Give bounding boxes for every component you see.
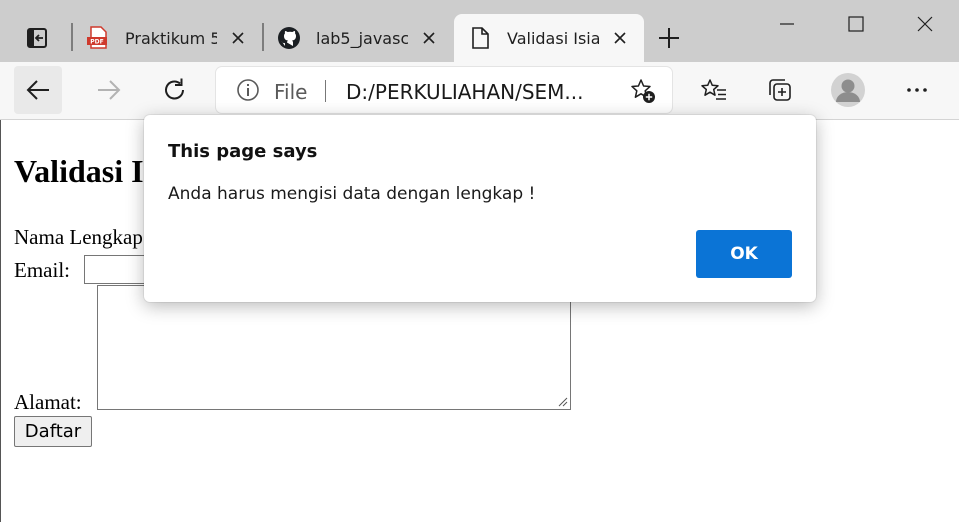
forward-button[interactable] — [85, 66, 133, 114]
close-window-button[interactable] — [902, 6, 948, 42]
address-divider — [325, 80, 326, 102]
nama-label: Nama Lengkap: — [14, 225, 149, 249]
collections-icon — [769, 79, 791, 101]
github-icon — [277, 26, 301, 50]
avatar — [831, 73, 865, 107]
ok-button[interactable]: OK — [696, 230, 792, 278]
tab-lab5[interactable]: lab5_javascript — [263, 14, 453, 62]
email-label: Email: — [14, 258, 70, 282]
close-icon[interactable] — [228, 28, 248, 48]
refresh-button[interactable] — [151, 66, 199, 114]
pdf-icon: PDF — [86, 26, 110, 50]
tab-title: lab5_javascript — [316, 28, 408, 48]
address-url[interactable]: D:/PERKULIAHAN/SEM... — [346, 80, 584, 104]
address-bar[interactable]: File D:/PERKULIAHAN/SEM... — [216, 67, 672, 113]
back-button[interactable] — [14, 66, 62, 114]
svg-text:PDF: PDF — [90, 39, 103, 46]
new-tab-button[interactable] — [652, 22, 686, 54]
refresh-icon — [165, 78, 184, 100]
dialog-message: Anda harus mengisi data dengan lengkap ! — [168, 184, 536, 204]
tab-actions-icon — [27, 28, 47, 48]
browser-toolbar: File D:/PERKULIAHAN/SEM... — [0, 62, 959, 120]
collections-button[interactable] — [756, 66, 804, 114]
page-icon — [468, 26, 492, 50]
tab-validasi[interactable]: Validasi Isian — [454, 14, 644, 62]
maximize-button[interactable] — [833, 6, 879, 42]
add-favorite-icon[interactable] — [628, 76, 658, 106]
daftar-button[interactable]: Daftar — [14, 416, 92, 447]
minimize-button[interactable] — [764, 6, 810, 42]
alert-dialog: This page says Anda harus mengisi data d… — [144, 115, 816, 302]
tab-actions-button[interactable] — [14, 20, 60, 56]
tab-title: Validasi Isian — [507, 28, 599, 48]
more-options-icon — [907, 88, 927, 92]
alamat-textarea[interactable] — [97, 285, 571, 410]
plus-icon — [659, 28, 679, 48]
alamat-label: Alamat: — [14, 390, 82, 414]
close-icon — [917, 16, 933, 32]
profile-button[interactable] — [824, 66, 872, 114]
maximize-icon — [848, 16, 864, 32]
tab-strip: PDF Praktikum 5 lab5_javascript Validasi… — [0, 0, 959, 62]
close-icon[interactable] — [419, 28, 439, 48]
settings-more-button[interactable] — [893, 66, 941, 114]
info-icon[interactable] — [236, 78, 260, 102]
minimize-icon — [780, 23, 794, 25]
back-arrow-icon — [26, 80, 49, 100]
forward-arrow-icon — [98, 80, 121, 100]
close-icon[interactable] — [610, 28, 630, 48]
dialog-title: This page says — [168, 141, 318, 162]
favorites-icon — [701, 79, 726, 100]
tab-praktikum[interactable]: PDF Praktikum 5 — [72, 14, 262, 62]
resize-grip-icon[interactable] — [558, 397, 568, 407]
favorites-button[interactable] — [690, 66, 738, 114]
tab-title: Praktikum 5 — [125, 28, 217, 48]
address-scheme-label: File — [274, 80, 308, 104]
